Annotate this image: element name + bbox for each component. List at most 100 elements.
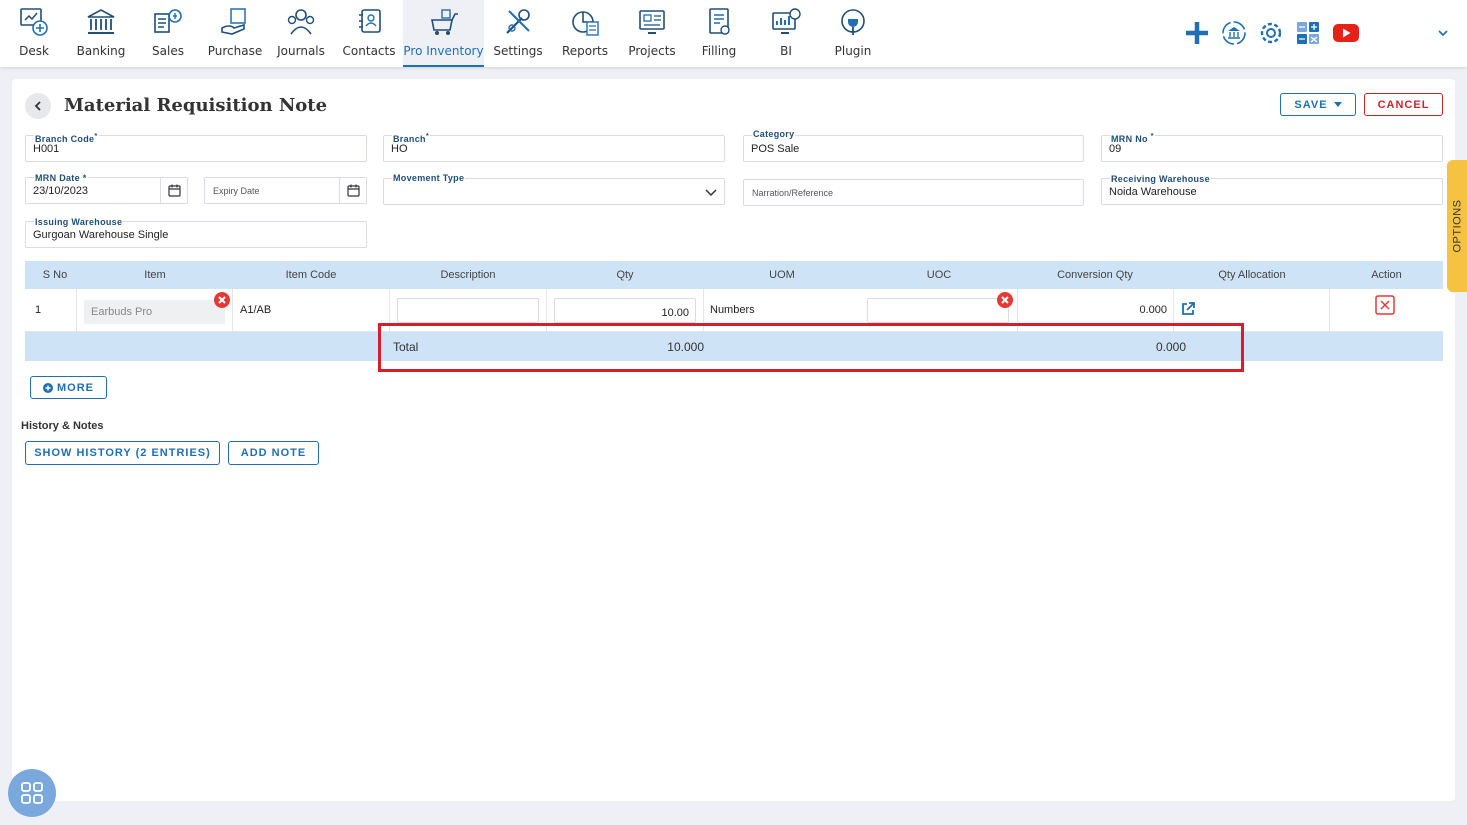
add-note-button[interactable]: ADD NOTE [228, 441, 319, 465]
expiry-date-field[interactable]: Expiry Date [204, 177, 367, 204]
delete-row-icon[interactable] [1375, 295, 1395, 315]
field-placeholder: Narration/Reference [752, 188, 834, 198]
calculator-icon[interactable] [1295, 20, 1321, 46]
youtube-icon[interactable] [1332, 20, 1360, 46]
column-header: Item Code [285, 269, 337, 281]
nav-item-pro-inventory[interactable]: Pro Inventory [403, 0, 484, 67]
plus-icon[interactable] [1184, 20, 1210, 46]
settings-tools-icon [506, 9, 530, 34]
more-button[interactable]: MORE [30, 376, 107, 399]
bi-icon [772, 8, 801, 34]
table-header: S No Item Item Code Description Qty UOM … [25, 261, 1443, 289]
desk-icon [20, 8, 48, 36]
branch-field[interactable]: Branch* HO [383, 131, 725, 162]
field-label: Category [752, 129, 796, 139]
movement-type-select[interactable]: Movement Type [383, 173, 725, 205]
nav-label: Banking [76, 44, 126, 58]
field-value: Gurgoan Warehouse Single [33, 229, 169, 241]
nav-item-contacts[interactable]: Contacts [342, 0, 396, 67]
cancel-label: CANCEL [1377, 98, 1430, 111]
plus-circle-icon [43, 382, 53, 393]
bank-icon [87, 9, 115, 34]
save-label: SAVE [1294, 98, 1328, 111]
calendar-button[interactable] [160, 178, 187, 203]
column-header: Qty [616, 269, 634, 281]
external-link-icon[interactable] [1180, 301, 1196, 317]
calendar-button[interactable] [339, 178, 366, 203]
nav-item-purchase[interactable]: Purchase [208, 0, 262, 67]
page-title: Material Requisition Note [64, 95, 328, 116]
field-value: Noida Warehouse [1109, 186, 1197, 198]
chevron-down-icon[interactable] [1437, 27, 1449, 39]
filling-icon [709, 8, 730, 35]
nav-item-filling[interactable]: Filling [700, 0, 738, 67]
main-card: Material Requisition Note SAVE CANCEL Br… [12, 79, 1455, 801]
column-header: Qty Allocation [1218, 269, 1286, 281]
nav-item-banking[interactable]: Banking [76, 0, 126, 67]
item-input[interactable]: Earbuds Pro [84, 300, 225, 324]
field-label: MRN Date * [34, 173, 88, 183]
save-button[interactable]: SAVE [1280, 93, 1356, 116]
bank-sync-icon[interactable] [1221, 20, 1247, 46]
field-placeholder: Expiry Date [213, 186, 260, 196]
nav-label: Pro Inventory [403, 44, 484, 58]
issuing-warehouse-field[interactable]: Issuing Warehouse Gurgoan Warehouse Sing… [25, 217, 367, 248]
uoc-input[interactable] [867, 298, 1009, 323]
chevron-down-icon[interactable] [704, 185, 718, 199]
field-label: Issuing Warehouse [34, 217, 124, 227]
gear-icon[interactable] [1258, 20, 1284, 46]
highlight-box [378, 323, 1244, 372]
calendar-icon [167, 184, 181, 197]
category-field[interactable]: Category POS Sale [743, 129, 1084, 162]
nav-label: Contacts [342, 44, 396, 58]
nav-label: Desk [19, 44, 49, 58]
sales-icon [154, 9, 182, 33]
apps-grid-button[interactable] [8, 769, 56, 817]
nav-item-bi[interactable]: BI [770, 0, 802, 67]
nav-label: Reports [561, 44, 609, 58]
back-button[interactable] [25, 93, 51, 119]
description-input[interactable] [397, 298, 539, 323]
history-notes-title: History & Notes [21, 420, 104, 432]
grid-icon [21, 782, 43, 804]
nav-item-sales[interactable]: Sales [150, 0, 186, 67]
top-navigation: Desk Banking Sales Purchase Journals Con… [0, 0, 1467, 67]
column-header: Conversion Qty [1057, 269, 1133, 281]
qty-input[interactable]: 10.00 [554, 298, 696, 323]
projects-icon [639, 10, 665, 34]
nav-label: Sales [152, 44, 184, 58]
field-value: H001 [33, 143, 60, 155]
options-tab[interactable]: OPTIONS [1447, 160, 1467, 292]
branch-code-field[interactable]: Branch Code* H001 [25, 131, 367, 162]
chevron-left-icon [34, 101, 41, 111]
field-value: POS Sale [751, 143, 800, 155]
nav-label: Journals [277, 44, 325, 58]
field-value: HO [391, 143, 408, 155]
journals-icon [287, 9, 315, 35]
column-header: UOC [926, 269, 952, 281]
clear-item-icon[interactable] [214, 292, 230, 308]
inventory-icon [430, 9, 458, 35]
field-value: 23/10/2023 [33, 185, 89, 197]
purchase-icon [221, 8, 246, 35]
nav-label: Filling [701, 44, 737, 58]
nav-item-plugin[interactable]: Plugin [834, 0, 872, 67]
narration-field[interactable]: Narration/Reference [743, 179, 1084, 206]
nav-item-settings[interactable]: Settings [493, 0, 543, 67]
receiving-warehouse-field[interactable]: Receiving Warehouse Noida Warehouse [1101, 174, 1443, 205]
clear-uoc-icon[interactable] [997, 292, 1013, 308]
calendar-icon [346, 184, 360, 197]
field-label: Receiving Warehouse [1110, 174, 1211, 184]
nav-item-desk[interactable]: Desk [14, 0, 54, 67]
show-history-button[interactable]: SHOW HISTORY (2 ENTRIES) [25, 441, 220, 465]
field-value: 09 [1109, 143, 1122, 155]
mrn-date-field[interactable]: MRN Date * 23/10/2023 [25, 173, 188, 204]
contacts-icon [359, 9, 381, 33]
cancel-button[interactable]: CANCEL [1364, 93, 1443, 116]
caret-down-icon [1333, 101, 1342, 107]
nav-item-projects[interactable]: Projects [628, 0, 676, 67]
nav-item-reports[interactable]: Reports [562, 0, 608, 67]
nav-item-journals[interactable]: Journals [277, 0, 325, 67]
mrn-no-field[interactable]: MRN No * 09 [1101, 131, 1443, 162]
column-header: S No [42, 269, 68, 281]
